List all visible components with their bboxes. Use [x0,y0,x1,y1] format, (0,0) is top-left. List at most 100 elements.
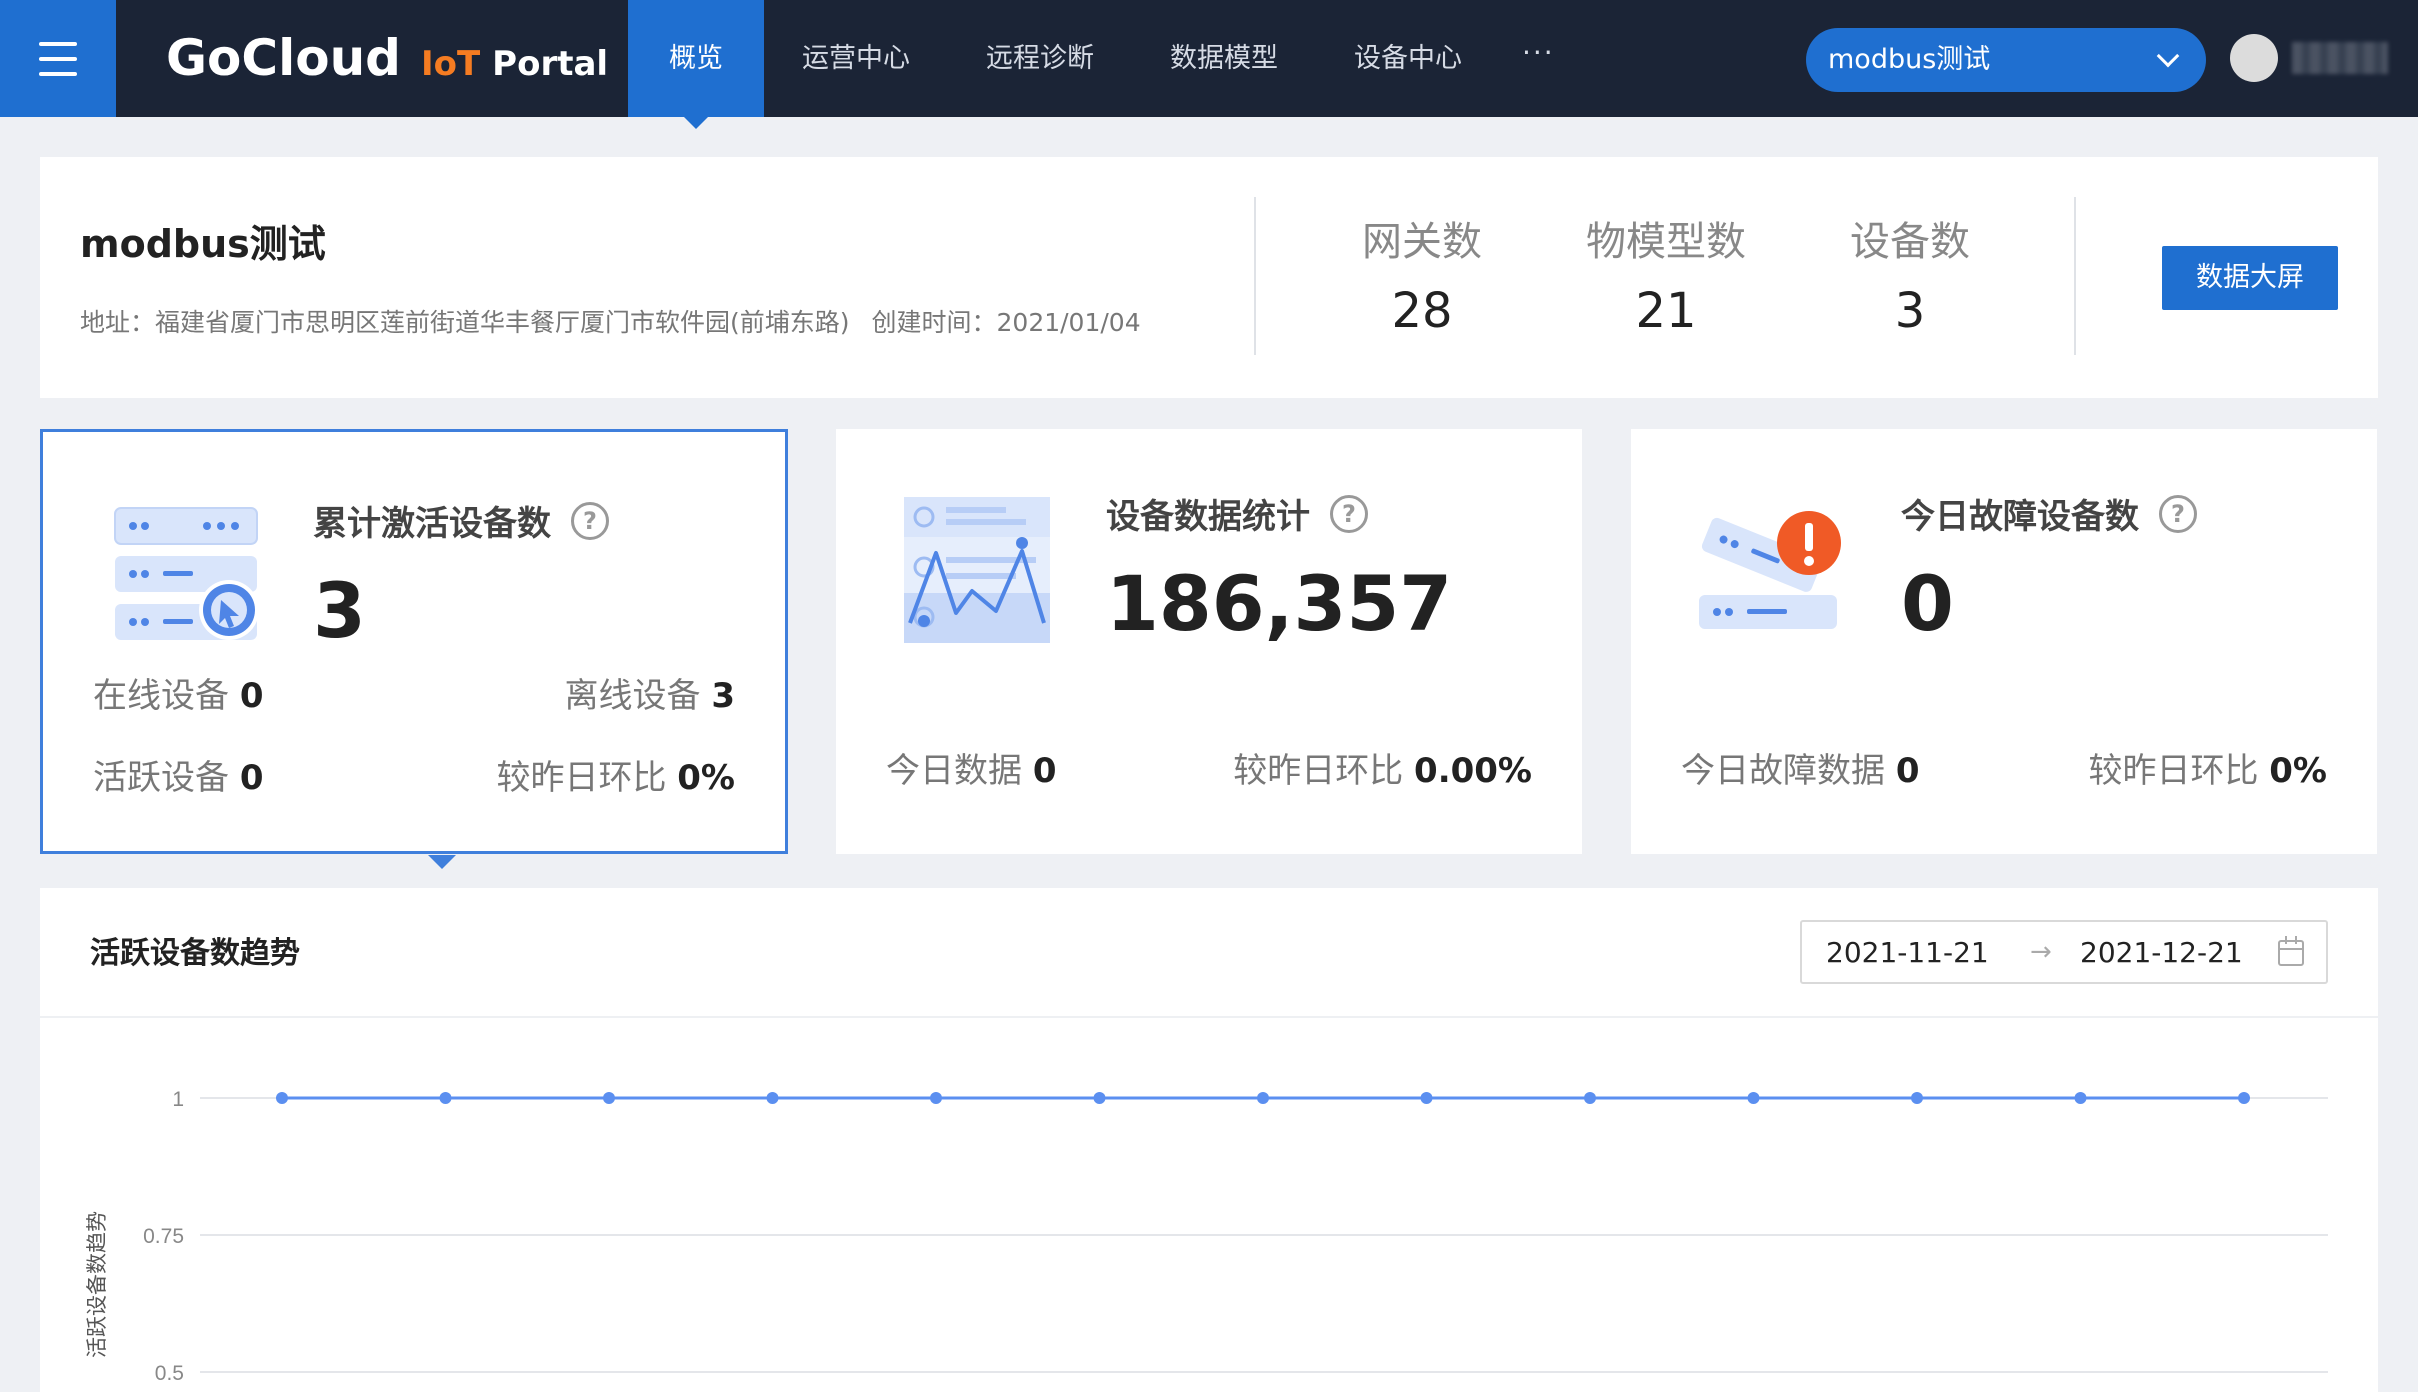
day-over-day-label: 较昨日环比 [496,758,667,798]
metric-title: 今日故障设备数? [1901,489,2197,538]
day-over-day: 较昨日环比 0% [2088,743,2327,792]
y-tick-label: 0.5 [155,1362,184,1385]
hamburger-menu-icon[interactable] [0,0,116,117]
data-point[interactable] [1747,1092,1760,1104]
date-end[interactable]: 2021-12-21 [2080,936,2243,969]
y-tick-label: 1 [172,1088,184,1111]
active-device-trend-chart: 1 0.75 0.5 活跃设备数趋势 [85,1088,2328,1385]
day-over-day-value: 0.00% [1414,751,1532,791]
metric-card-activated-devices[interactable]: 累计激活设备数? 3 在线设备 0 离线设备 3 活跃设备 0 较昨日环比 0% [40,429,788,869]
nav-tab-remote-diagnosis[interactable]: 远程诊断 [948,0,1132,117]
data-point[interactable] [1584,1092,1596,1104]
nav-tab-overview[interactable]: 概览 [628,0,764,129]
day-over-day-value: 0% [677,758,735,798]
offline-devices-value: 3 [711,676,735,716]
calendar-icon[interactable] [2278,936,2304,966]
project-address: 地址：福建省厦门市思明区莲前街道华丰餐厅厦门市软件园(前埔东路) [80,308,850,337]
metric-value: 186,357 [1106,559,1453,648]
y-axis-label: 活跃设备数趋势 [85,1211,109,1358]
active-devices-value: 0 [239,758,264,798]
divider [2074,197,2076,355]
today-data: 今日数据 0 [886,743,1056,792]
date-start[interactable]: 2021-11-21 [1826,936,1989,969]
data-point[interactable] [1420,1092,1433,1104]
fault-server-icon [1699,511,1841,629]
logo-portal: Portal [492,44,609,84]
main-nav: 概览 运营中心 远程诊断 数据模型 设备中心 ··· [628,0,1577,129]
metric-value: 0 [1901,559,1954,648]
data-point[interactable] [1911,1092,1923,1104]
stat-gateways: 网关数 28 [1312,209,1532,339]
metric-value: 3 [313,566,366,655]
logo-main: GoCloud [166,29,401,87]
logo: GoCloud IoT Portal [166,18,608,98]
project-selector[interactable]: modbus测试 [1806,28,2206,92]
top-navigation-bar: GoCloud IoT Portal 概览 运营中心 远程诊断 数据模型 设备中… [0,0,2418,129]
active-devices-label: 活跃设备 [93,758,229,798]
day-over-day: 较昨日环比 0.00% [1233,743,1532,792]
day-over-day-label: 较昨日环比 [2088,751,2259,791]
logo-iot: IoT [420,44,481,84]
arrow-right-icon: → [2030,937,2052,967]
data-point[interactable] [1257,1092,1269,1104]
metric-title-text: 今日故障设备数 [1901,497,2139,537]
nav-tab-device-center[interactable]: 设备中心 [1316,0,1500,117]
today-fault-data-label: 今日故障数据 [1681,751,1885,791]
day-over-day-value: 0% [2269,751,2327,791]
data-big-screen-button[interactable]: 数据大屏 [2162,246,2338,310]
data-point[interactable] [1093,1092,1106,1104]
project-info-card: modbus测试 地址：福建省厦门市思明区莲前街道华丰餐厅厦门市软件园(前埔东路… [40,157,2378,398]
server-stack-icon [114,507,259,640]
help-icon[interactable]: ? [571,501,609,540]
offline-devices: 离线设备 3 [565,668,735,717]
data-point[interactable] [603,1092,615,1104]
data-point[interactable] [2238,1092,2250,1104]
day-over-day-label: 较昨日环比 [1233,751,1404,791]
today-data-label: 今日数据 [886,751,1022,791]
avatar[interactable] [2230,34,2278,82]
offline-devices-label: 离线设备 [564,676,701,716]
stat-gateways-label: 网关数 [1362,219,1482,265]
nav-more-icon[interactable]: ··· [1500,0,1577,117]
today-data-value: 0 [1032,751,1057,791]
active-devices: 活跃设备 0 [93,750,263,799]
username-blurred[interactable] [2292,42,2388,74]
today-fault-data: 今日故障数据 0 [1681,743,1919,792]
metric-title-text: 累计激活设备数 [313,504,551,544]
online-devices-label: 在线设备 [93,676,229,716]
metric-title: 设备数据统计? [1106,489,1368,538]
data-chart-icon [904,497,1050,643]
data-point[interactable] [930,1092,942,1104]
nav-tab-operations[interactable]: 运营中心 [764,0,948,117]
data-point[interactable] [766,1092,779,1104]
project-selector-value: modbus测试 [1828,44,1991,75]
help-icon[interactable]: ? [2159,494,2197,533]
y-tick-label: 0.75 [143,1225,184,1248]
day-over-day: 较昨日环比 0% [496,750,735,799]
data-point[interactable] [439,1092,452,1104]
data-point[interactable] [276,1092,288,1104]
metric-card-device-data[interactable]: 设备数据统计? 186,357 今日数据 0 较昨日环比 0.00% [836,429,1582,854]
metric-title-text: 设备数据统计 [1106,497,1310,537]
stat-devices-label: 设备数 [1850,219,1970,265]
project-name: modbus测试 [80,222,326,266]
project-created-time: 创建时间：2021/01/04 [871,308,1141,337]
help-icon[interactable]: ? [1330,494,1368,533]
stat-thing-models-value: 21 [1635,283,1697,339]
active-device-trend-card: 活跃设备数趋势 2021-11-21 → 2021-12-21 1 0.75 0.5… [40,888,2378,1392]
stat-thing-models-label: 物模型数 [1586,219,1746,265]
trend-title: 活跃设备数趋势 [90,936,300,971]
online-devices-value: 0 [239,676,264,716]
date-range-picker[interactable]: 2021-11-21 → 2021-12-21 [1800,920,2328,984]
chevron-down-icon [2156,44,2180,68]
data-point[interactable] [2074,1092,2087,1104]
online-devices: 在线设备 0 [93,668,263,717]
today-fault-data-value: 0 [1895,751,1920,791]
project-address-line: 地址：福建省厦门市思明区莲前街道华丰餐厅厦门市软件园(前埔东路) 创建时间：202… [80,303,1141,339]
metric-card-faulty-devices[interactable]: 今日故障设备数? 0 今日故障数据 0 较昨日环比 0% [1631,429,2377,854]
stat-devices-value: 3 [1894,283,1926,339]
stat-devices: 设备数 3 [1800,209,2020,339]
stat-gateways-value: 28 [1391,283,1453,339]
nav-tab-data-model[interactable]: 数据模型 [1132,0,1316,117]
divider [1254,197,1256,355]
